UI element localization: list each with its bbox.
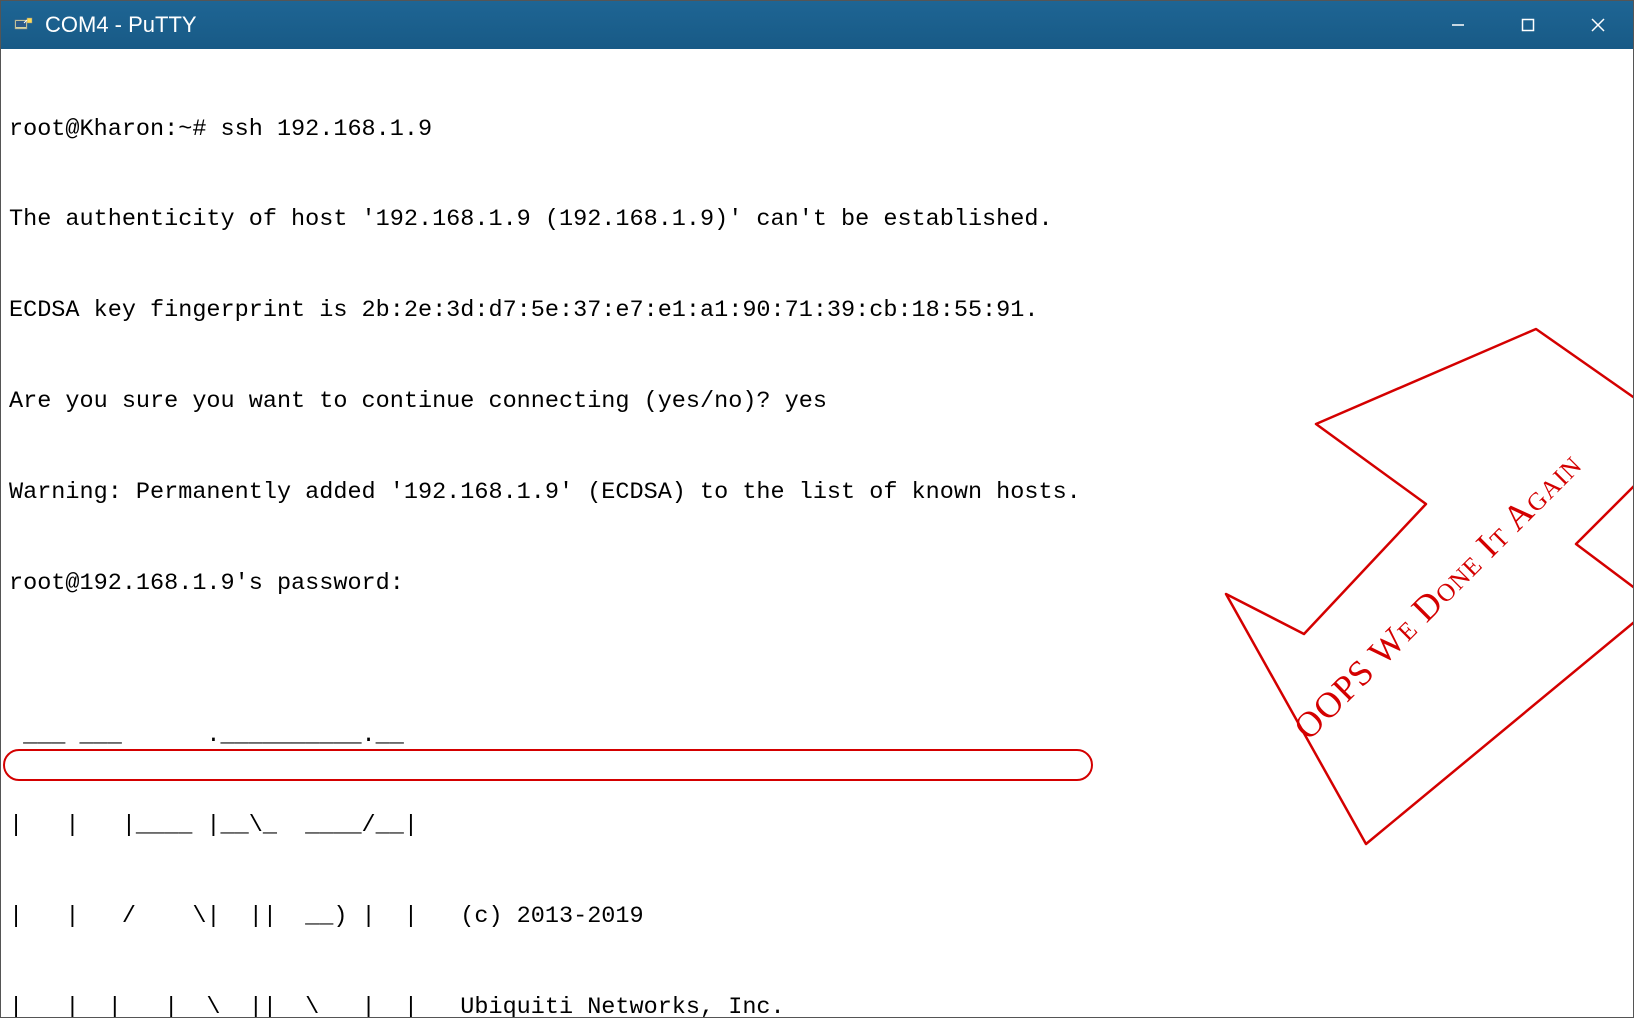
terminal-line: Are you sure you want to continue connec…: [9, 387, 1625, 417]
minimize-button[interactable]: [1423, 1, 1493, 49]
terminal-line: The authenticity of host '192.168.1.9 (1…: [9, 205, 1625, 235]
terminal-line: | | | | \ || \ | | Ubiquiti Networks, In…: [9, 993, 1625, 1017]
titlebar[interactable]: COM4 - PuTTY: [1, 1, 1633, 49]
terminal-line: | | / \| || __) | | (c) 2013-2019: [9, 902, 1625, 932]
putty-icon: [11, 13, 35, 37]
window-title: COM4 - PuTTY: [45, 12, 1423, 38]
annotation-arrow: OOPS We Done It Again: [1101, 274, 1601, 834]
terminal-line: ___ ___ .__________.__: [9, 721, 1625, 751]
terminal-line: root@192.168.1.9's password:: [9, 569, 1625, 599]
highlight-box: [3, 749, 1093, 781]
terminal[interactable]: root@Kharon:~# ssh 192.168.1.9 The authe…: [1, 49, 1633, 1017]
terminal-line: root@Kharon:~# ssh 192.168.1.9: [9, 115, 1625, 145]
putty-window: COM4 - PuTTY root@Kharon:~# ssh 192.168.…: [0, 0, 1634, 1018]
close-button[interactable]: [1563, 1, 1633, 49]
terminal-line: ECDSA key fingerprint is 2b:2e:3d:d7:5e:…: [9, 296, 1625, 326]
terminal-line: Warning: Permanently added '192.168.1.9'…: [9, 478, 1625, 508]
terminal-line: | | |____ |__\_ ____/__|: [9, 811, 1625, 841]
maximize-button[interactable]: [1493, 1, 1563, 49]
window-controls: [1423, 1, 1633, 49]
